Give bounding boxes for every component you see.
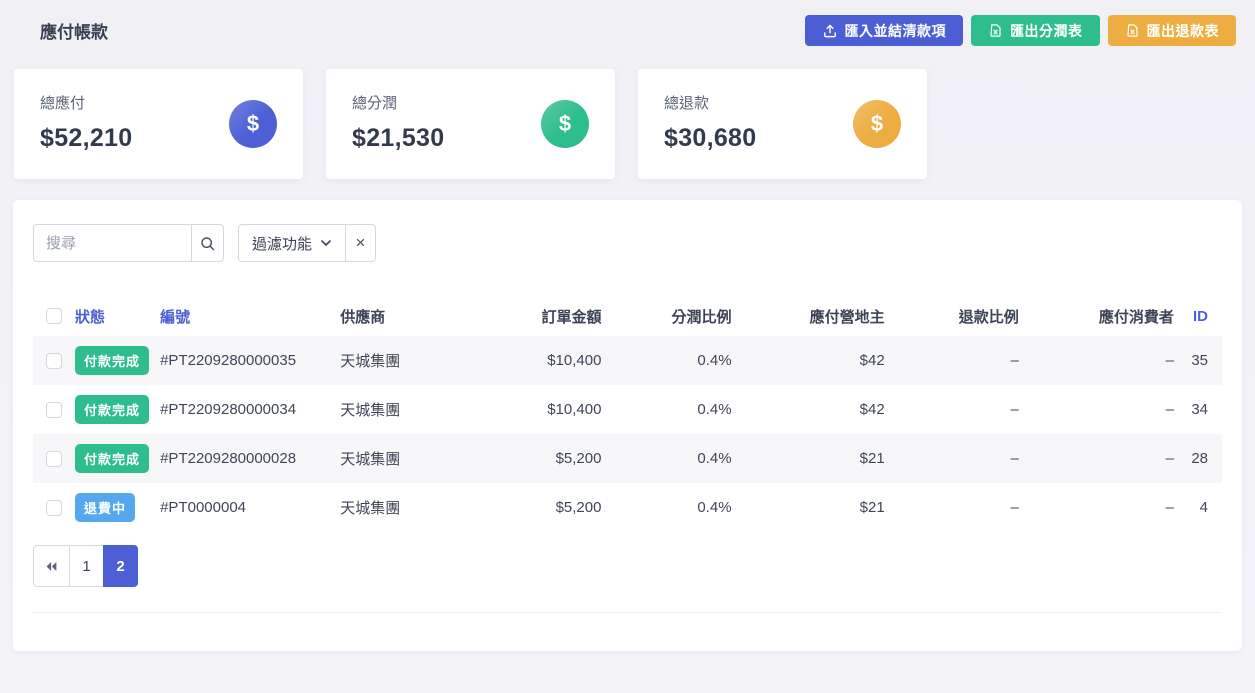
magnifier-icon xyxy=(199,235,216,252)
row-checkbox[interactable] xyxy=(46,402,62,418)
page-button-1[interactable]: 1 xyxy=(69,545,104,587)
column-header-refund-ratio: 退款比例 xyxy=(899,296,1033,336)
topbar: 應付帳款 匯入並結清款項 匯出分潤表 xyxy=(0,0,1255,46)
pagination: 12 xyxy=(33,545,138,587)
import-settle-button[interactable]: 匯入並結清款項 xyxy=(805,15,964,46)
page-title: 應付帳款 xyxy=(40,18,108,43)
profit-ratio-cell: 0.4% xyxy=(615,336,745,385)
profit-ratio-cell: 0.4% xyxy=(615,434,745,483)
refund-ratio-cell: – xyxy=(899,385,1033,434)
payables-table: 狀態 編號 供應商 訂單金額 分潤比例 應付營地主 退款比例 應付消費者 ID … xyxy=(33,296,1222,532)
row-checkbox[interactable] xyxy=(46,500,62,516)
id-cell: 4 xyxy=(1188,483,1222,532)
total-profit-card: 總分潤 $21,530 $ xyxy=(326,69,615,179)
export-profit-label: 匯出分潤表 xyxy=(1010,21,1083,41)
profit-ratio-cell: 0.4% xyxy=(615,483,745,532)
filter-dropdown-label: 過濾功能 xyxy=(252,233,312,254)
supplier-cell: 天城集團 xyxy=(340,483,500,532)
supplier-cell: 天城集團 xyxy=(340,385,500,434)
refund-ratio-cell: – xyxy=(899,483,1033,532)
payable-owner-cell: $42 xyxy=(746,336,899,385)
panel-footer-divider xyxy=(33,612,1222,613)
column-header-supplier: 供應商 xyxy=(340,296,500,336)
supplier-cell: 天城集團 xyxy=(340,434,500,483)
summary-cards: 總應付 $52,210 $ 總分潤 $21,530 $ 總退款 $30,680 … xyxy=(14,69,1241,179)
payable-consumer-cell: – xyxy=(1033,434,1188,483)
filter-group: 過濾功能 × xyxy=(238,224,376,262)
id-cell: 28 xyxy=(1188,434,1222,483)
filter-clear-button[interactable]: × xyxy=(346,224,376,262)
upload-icon xyxy=(822,23,838,39)
table-row[interactable]: 付款完成 #PT2209280000034 天城集團 $10,400 0.4% … xyxy=(33,385,1222,434)
id-cell: 34 xyxy=(1188,385,1222,434)
select-all-checkbox[interactable] xyxy=(46,308,62,324)
table-row[interactable]: 付款完成 #PT2209280000035 天城集團 $10,400 0.4% … xyxy=(33,336,1222,385)
column-header-profit-ratio: 分潤比例 xyxy=(615,296,745,336)
filter-dropdown-button[interactable]: 過濾功能 xyxy=(238,224,346,262)
row-checkbox[interactable] xyxy=(46,451,62,467)
dollar-circle-icon: $ xyxy=(853,100,901,148)
order-amount-cell: $5,200 xyxy=(500,483,615,532)
table-body: 付款完成 #PT2209280000035 天城集團 $10,400 0.4% … xyxy=(33,336,1222,532)
column-header-payable-owner: 應付營地主 xyxy=(746,296,899,336)
refund-ratio-cell: – xyxy=(899,336,1033,385)
order-number-cell: #PT0000004 xyxy=(160,483,340,532)
payable-consumer-cell: – xyxy=(1033,483,1188,532)
table-row[interactable]: 退費中 #PT0000004 天城集團 $5,200 0.4% $21 – – … xyxy=(33,483,1222,532)
export-profit-button[interactable]: 匯出分潤表 xyxy=(971,15,1100,46)
page-button-2[interactable]: 2 xyxy=(103,545,138,587)
order-number-cell: #PT2209280000035 xyxy=(160,336,340,385)
topbar-actions: 匯入並結清款項 匯出分潤表 匯出退款表 xyxy=(805,15,1237,46)
column-header-payable-consumer: 應付消費者 xyxy=(1033,296,1188,336)
status-badge: 付款完成 xyxy=(75,395,149,424)
search-group xyxy=(33,224,224,262)
payable-owner-cell: $42 xyxy=(746,385,899,434)
export-refund-label: 匯出退款表 xyxy=(1147,21,1220,41)
status-badge: 退費中 xyxy=(75,493,135,522)
file-excel-icon xyxy=(988,23,1003,38)
order-amount-cell: $10,400 xyxy=(500,385,615,434)
column-header-id[interactable]: ID xyxy=(1188,296,1222,336)
column-header-number[interactable]: 編號 xyxy=(160,296,340,336)
double-chevron-left-icon xyxy=(44,559,59,574)
first-page-button[interactable] xyxy=(33,545,70,587)
id-cell: 35 xyxy=(1188,336,1222,385)
order-number-cell: #PT2209280000028 xyxy=(160,434,340,483)
search-button[interactable] xyxy=(191,224,224,262)
payable-owner-cell: $21 xyxy=(746,483,899,532)
chevron-down-icon xyxy=(320,237,332,249)
table-row[interactable]: 付款完成 #PT2209280000028 天城集團 $5,200 0.4% $… xyxy=(33,434,1222,483)
export-refund-button[interactable]: 匯出退款表 xyxy=(1108,15,1237,46)
total-refund-card: 總退款 $30,680 $ xyxy=(638,69,927,179)
payable-owner-cell: $21 xyxy=(746,434,899,483)
refund-ratio-cell: – xyxy=(899,434,1033,483)
import-settle-label: 匯入並結清款項 xyxy=(845,21,947,41)
payables-panel: 過濾功能 × 狀態 編號 供應商 訂單金額 分潤比例 xyxy=(13,200,1242,651)
order-number-cell: #PT2209280000034 xyxy=(160,385,340,434)
status-badge: 付款完成 xyxy=(75,444,149,473)
column-header-order-amount: 訂單金額 xyxy=(500,296,615,336)
table-header-row: 狀態 編號 供應商 訂單金額 分潤比例 應付營地主 退款比例 應付消費者 ID xyxy=(33,296,1222,336)
file-excel-icon xyxy=(1125,23,1140,38)
search-input[interactable] xyxy=(33,224,191,262)
total-payable-card: 總應付 $52,210 $ xyxy=(14,69,303,179)
payable-consumer-cell: – xyxy=(1033,336,1188,385)
table-toolbar: 過濾功能 × xyxy=(33,224,1222,262)
dollar-circle-icon: $ xyxy=(541,100,589,148)
supplier-cell: 天城集團 xyxy=(340,336,500,385)
payable-consumer-cell: – xyxy=(1033,385,1188,434)
order-amount-cell: $10,400 xyxy=(500,336,615,385)
dollar-circle-icon: $ xyxy=(229,100,277,148)
profit-ratio-cell: 0.4% xyxy=(615,385,745,434)
column-header-status[interactable]: 狀態 xyxy=(75,296,160,336)
row-checkbox[interactable] xyxy=(46,353,62,369)
status-badge: 付款完成 xyxy=(75,346,149,375)
order-amount-cell: $5,200 xyxy=(500,434,615,483)
